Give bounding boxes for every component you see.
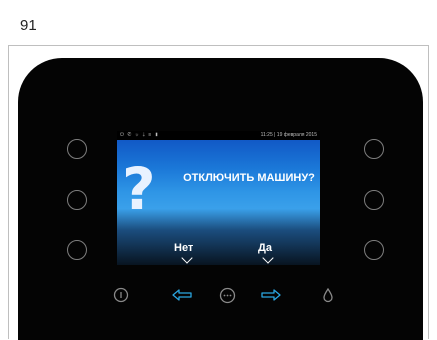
display-screen: ⏻ ✆ ☼ ⇣ ≡ ▮ 11:25 | 19 февраля 2015 ? ОТ… <box>117 131 320 265</box>
status-bar: ⏻ ✆ ☼ ⇣ ≡ ▮ 11:25 | 19 февраля 2015 <box>117 131 320 140</box>
status-icons: ⏻ ✆ ☼ ⇣ ≡ ▮ <box>120 132 160 138</box>
info-icon[interactable] <box>113 287 129 303</box>
option-yes-label[interactable]: Да <box>258 242 272 254</box>
right-button-1[interactable] <box>364 139 384 159</box>
page-number: 91 <box>20 17 37 34</box>
menu-dots-icon[interactable] <box>219 287 236 304</box>
figure-header <box>8 8 429 46</box>
left-button-3[interactable] <box>67 240 87 260</box>
confirm-message: ОТКЛЮЧИТЬ МАШИНУ? <box>183 172 315 184</box>
water-drop-icon[interactable] <box>322 287 334 303</box>
right-button-3[interactable] <box>364 240 384 260</box>
arrow-right-icon[interactable] <box>260 287 282 303</box>
option-no-label[interactable]: Нет <box>174 242 193 254</box>
left-button-1[interactable] <box>67 139 87 159</box>
chevron-down-icon[interactable] <box>262 252 274 264</box>
left-button-2[interactable] <box>67 190 87 210</box>
status-datetime: 11:25 | 19 февраля 2015 <box>260 132 317 138</box>
question-icon: ? <box>122 155 156 223</box>
right-button-2[interactable] <box>364 190 384 210</box>
arrow-left-icon[interactable] <box>171 287 193 303</box>
chevron-down-icon[interactable] <box>181 252 193 264</box>
